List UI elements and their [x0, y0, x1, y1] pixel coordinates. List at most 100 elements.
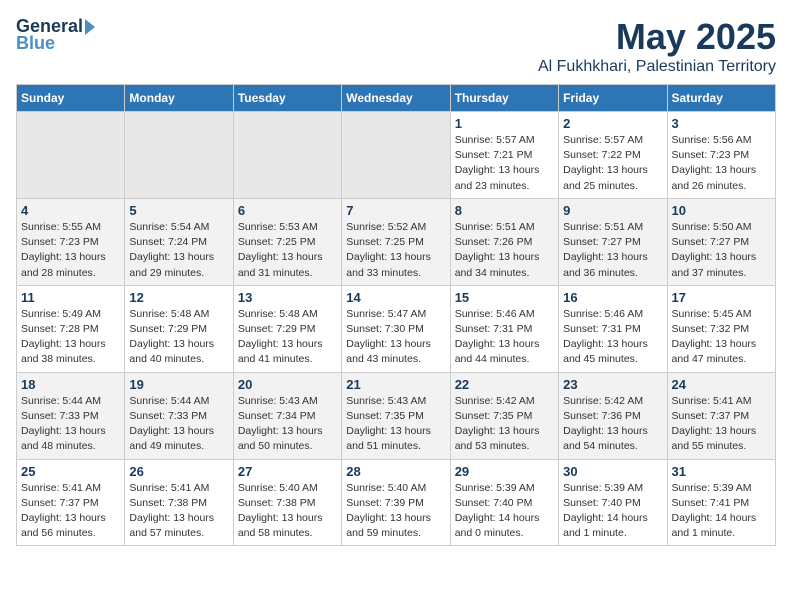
day-number: 21: [346, 377, 445, 392]
day-info: Sunrise: 5:44 AMSunset: 7:33 PMDaylight:…: [21, 394, 120, 455]
day-info: Sunrise: 5:48 AMSunset: 7:29 PMDaylight:…: [238, 307, 337, 368]
day-info: Sunrise: 5:56 AMSunset: 7:23 PMDaylight:…: [672, 133, 771, 194]
day-info: Sunrise: 5:43 AMSunset: 7:34 PMDaylight:…: [238, 394, 337, 455]
day-number: 28: [346, 464, 445, 479]
logo: General Blue: [16, 16, 95, 54]
day-number: 27: [238, 464, 337, 479]
calendar-cell: 8 Sunrise: 5:51 AMSunset: 7:26 PMDaylight…: [450, 198, 558, 285]
calendar-cell: 17Sunrise: 5:45 AMSunset: 7:32 PMDayligh…: [667, 285, 775, 372]
calendar-cell: [233, 112, 341, 199]
day-number: 25: [21, 464, 120, 479]
day-number: 23: [563, 377, 662, 392]
day-number: 2: [563, 116, 662, 131]
day-number: 12: [129, 290, 228, 305]
day-number: 6: [238, 203, 337, 218]
day-info: Sunrise: 5:53 AMSunset: 7:25 PMDaylight:…: [238, 220, 337, 281]
calendar-title: May 2025: [538, 16, 776, 58]
calendar-subtitle: Al Fukhkhari, Palestinian Territory: [538, 58, 776, 76]
week-row-2: 4Sunrise: 5:55 AMSunset: 7:23 PMDaylight…: [17, 198, 776, 285]
column-header-monday: Monday: [125, 85, 233, 112]
column-header-thursday: Thursday: [450, 85, 558, 112]
day-info: Sunrise: 5:46 AMSunset: 7:31 PMDaylight:…: [455, 307, 554, 368]
day-number: 14: [346, 290, 445, 305]
week-row-5: 25 Sunrise: 5:41 AMSunset: 7:37 PMDayligh…: [17, 459, 776, 546]
day-number: 11: [21, 290, 120, 305]
calendar-cell: 13 Sunrise: 5:48 AMSunset: 7:29 PMDayligh…: [233, 285, 341, 372]
day-number: 30: [563, 464, 662, 479]
calendar-cell: 10Sunrise: 5:50 AMSunset: 7:27 PMDayligh…: [667, 198, 775, 285]
day-info: Sunrise: 5:49 AMSunset: 7:28 PMDaylight:…: [21, 307, 120, 368]
column-header-sunday: Sunday: [17, 85, 125, 112]
day-info: Sunrise: 5:52 AMSunset: 7:25 PMDaylight:…: [346, 220, 445, 281]
day-info: Sunrise: 5:51 AMSunset: 7:26 PMDaylight:…: [455, 220, 554, 281]
calendar-cell: [342, 112, 450, 199]
calendar-cell: 23 Sunrise: 5:42 AMSunset: 7:36 PMDayligh…: [559, 372, 667, 459]
logo-arrow-icon: [85, 19, 95, 35]
day-info: Sunrise: 5:48 AMSunset: 7:29 PMDaylight:…: [129, 307, 228, 368]
day-info: Sunrise: 5:41 AMSunset: 7:37 PMDaylight:…: [21, 481, 120, 542]
calendar-cell: 19 Sunrise: 5:44 AMSunset: 7:33 PMDayligh…: [125, 372, 233, 459]
calendar-cell: [17, 112, 125, 199]
title-block: May 2025 Al Fukhkhari, Palestinian Terri…: [538, 16, 776, 76]
calendar-cell: 2 Sunrise: 5:57 AMSunset: 7:22 PMDaylight…: [559, 112, 667, 199]
day-number: 31: [672, 464, 771, 479]
logo-blue-text: Blue: [16, 33, 55, 54]
column-header-tuesday: Tuesday: [233, 85, 341, 112]
page-header: General Blue May 2025 Al Fukhkhari, Pale…: [16, 16, 776, 76]
week-row-4: 18 Sunrise: 5:44 AMSunset: 7:33 PMDayligh…: [17, 372, 776, 459]
header-row: SundayMondayTuesdayWednesdayThursdayFrid…: [17, 85, 776, 112]
day-number: 7: [346, 203, 445, 218]
calendar-table: SundayMondayTuesdayWednesdayThursdayFrid…: [16, 84, 776, 546]
day-info: Sunrise: 5:41 AMSunset: 7:37 PMDaylight:…: [672, 394, 771, 455]
calendar-cell: 21 Sunrise: 5:43 AMSunset: 7:35 PMDayligh…: [342, 372, 450, 459]
day-info: Sunrise: 5:54 AMSunset: 7:24 PMDaylight:…: [129, 220, 228, 281]
calendar-cell: 6 Sunrise: 5:53 AMSunset: 7:25 PMDaylight…: [233, 198, 341, 285]
calendar-cell: 5 Sunrise: 5:54 AMSunset: 7:24 PMDaylight…: [125, 198, 233, 285]
calendar-cell: 28 Sunrise: 5:40 AMSunset: 7:39 PMDayligh…: [342, 459, 450, 546]
calendar-cell: 26Sunrise: 5:41 AMSunset: 7:38 PMDayligh…: [125, 459, 233, 546]
day-number: 3: [672, 116, 771, 131]
calendar-cell: 15Sunrise: 5:46 AMSunset: 7:31 PMDayligh…: [450, 285, 558, 372]
calendar-cell: 24Sunrise: 5:41 AMSunset: 7:37 PMDayligh…: [667, 372, 775, 459]
day-number: 18: [21, 377, 120, 392]
calendar-cell: 22Sunrise: 5:42 AMSunset: 7:35 PMDayligh…: [450, 372, 558, 459]
day-number: 13: [238, 290, 337, 305]
calendar-cell: 4Sunrise: 5:55 AMSunset: 7:23 PMDaylight…: [17, 198, 125, 285]
day-info: Sunrise: 5:57 AMSunset: 7:21 PMDaylight:…: [455, 133, 554, 194]
day-info: Sunrise: 5:44 AMSunset: 7:33 PMDaylight:…: [129, 394, 228, 455]
day-info: Sunrise: 5:57 AMSunset: 7:22 PMDaylight:…: [563, 133, 662, 194]
calendar-cell: 1Sunrise: 5:57 AMSunset: 7:21 PMDaylight…: [450, 112, 558, 199]
calendar-cell: 12 Sunrise: 5:48 AMSunset: 7:29 PMDayligh…: [125, 285, 233, 372]
day-info: Sunrise: 5:43 AMSunset: 7:35 PMDaylight:…: [346, 394, 445, 455]
calendar-cell: 20 Sunrise: 5:43 AMSunset: 7:34 PMDayligh…: [233, 372, 341, 459]
week-row-3: 11 Sunrise: 5:49 AMSunset: 7:28 PMDayligh…: [17, 285, 776, 372]
day-number: 8: [455, 203, 554, 218]
calendar-cell: 11 Sunrise: 5:49 AMSunset: 7:28 PMDayligh…: [17, 285, 125, 372]
calendar-cell: 7 Sunrise: 5:52 AMSunset: 7:25 PMDaylight…: [342, 198, 450, 285]
day-info: Sunrise: 5:45 AMSunset: 7:32 PMDaylight:…: [672, 307, 771, 368]
day-number: 29: [455, 464, 554, 479]
calendar-cell: 27Sunrise: 5:40 AMSunset: 7:38 PMDayligh…: [233, 459, 341, 546]
column-header-friday: Friday: [559, 85, 667, 112]
calendar-cell: 3 Sunrise: 5:56 AMSunset: 7:23 PMDaylight…: [667, 112, 775, 199]
day-number: 22: [455, 377, 554, 392]
day-number: 4: [21, 203, 120, 218]
day-info: Sunrise: 5:42 AMSunset: 7:36 PMDaylight:…: [563, 394, 662, 455]
day-number: 5: [129, 203, 228, 218]
day-number: 19: [129, 377, 228, 392]
day-info: Sunrise: 5:51 AMSunset: 7:27 PMDaylight:…: [563, 220, 662, 281]
calendar-cell: 31Sunrise: 5:39 AMSunset: 7:41 PMDayligh…: [667, 459, 775, 546]
calendar-cell: 16 Sunrise: 5:46 AMSunset: 7:31 PMDayligh…: [559, 285, 667, 372]
week-row-1: 1Sunrise: 5:57 AMSunset: 7:21 PMDaylight…: [17, 112, 776, 199]
day-info: Sunrise: 5:41 AMSunset: 7:38 PMDaylight:…: [129, 481, 228, 542]
calendar-cell: [125, 112, 233, 199]
calendar-cell: 14 Sunrise: 5:47 AMSunset: 7:30 PMDayligh…: [342, 285, 450, 372]
day-number: 9: [563, 203, 662, 218]
day-number: 16: [563, 290, 662, 305]
day-info: Sunrise: 5:46 AMSunset: 7:31 PMDaylight:…: [563, 307, 662, 368]
column-header-wednesday: Wednesday: [342, 85, 450, 112]
day-number: 20: [238, 377, 337, 392]
day-info: Sunrise: 5:40 AMSunset: 7:39 PMDaylight:…: [346, 481, 445, 542]
day-info: Sunrise: 5:47 AMSunset: 7:30 PMDaylight:…: [346, 307, 445, 368]
day-info: Sunrise: 5:50 AMSunset: 7:27 PMDaylight:…: [672, 220, 771, 281]
